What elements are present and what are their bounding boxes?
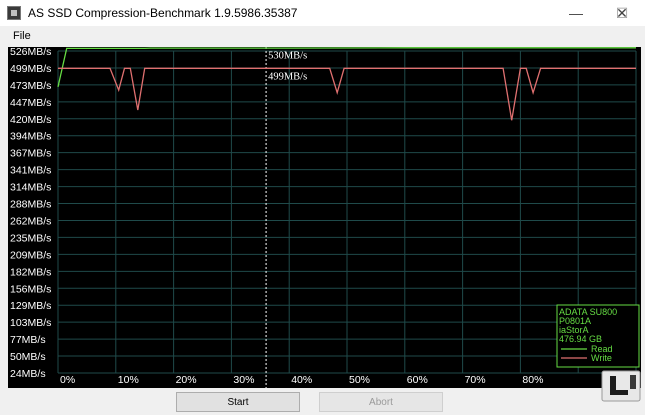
y-tick-label: 314MB/s: [10, 182, 51, 194]
legend-info-line: 476.94 GB: [559, 334, 602, 344]
x-tick-label: 50%: [349, 374, 370, 386]
y-tick-label: 77MB/s: [10, 334, 46, 346]
y-tick-label: 182MB/s: [10, 266, 51, 278]
y-tick-label: 499MB/s: [10, 63, 51, 75]
menu-item-file[interactable]: File: [13, 30, 31, 42]
x-tick-label: 60%: [407, 374, 428, 386]
x-tick-label: 0%: [60, 374, 75, 386]
app-icon: [7, 6, 21, 20]
chart-svg: 526MB/s 499MB/s 473MB/s 447MB/s 420MB/s 394MB…: [10, 47, 640, 388]
y-tick-label: 235MB/s: [10, 232, 51, 244]
minimize-icon[interactable]: —: [553, 0, 599, 26]
y-tick-label: 367MB/s: [10, 148, 51, 160]
x-tick-label: 80%: [522, 374, 543, 386]
legend-entry-label: Write: [591, 353, 612, 363]
x-tick-label: 20%: [176, 374, 197, 386]
annotation-label-read: 530MB/s: [268, 50, 307, 61]
y-tick-label: 447MB/s: [10, 97, 51, 109]
y-tick-label: 209MB/s: [10, 249, 51, 261]
y-tick-label: 420MB/s: [10, 114, 51, 126]
y-tick-label: 103MB/s: [10, 317, 51, 329]
y-tick-label: 156MB/s: [10, 283, 51, 295]
y-tick-label: 129MB/s: [10, 300, 51, 312]
y-tick-label: 262MB/s: [10, 215, 51, 227]
y-tick-label: 50MB/s: [10, 351, 46, 363]
y-tick-label: 473MB/s: [10, 80, 51, 92]
annotation-label-write: 499MB/s: [268, 71, 307, 82]
y-tick-label: 394MB/s: [10, 131, 51, 143]
menu-bar: File: [0, 27, 645, 47]
x-tick-label: 10%: [118, 374, 139, 386]
y-tick-label: 341MB/s: [10, 165, 51, 177]
y-tick-label: 288MB/s: [10, 199, 51, 211]
start-button[interactable]: Start: [176, 392, 300, 412]
x-tick-label: 70%: [465, 374, 486, 386]
watermark-logo-icon: [601, 370, 641, 402]
window-title: AS SSD Compression-Benchmark 1.9.5986.35…: [28, 6, 298, 20]
title-bar: AS SSD Compression-Benchmark 1.9.5986.35…: [0, 0, 645, 26]
abort-button[interactable]: Abort: [319, 392, 443, 412]
x-tick-label: 40%: [291, 374, 312, 386]
y-tick-label: 24MB/s: [10, 368, 46, 380]
compression-chart: 526MB/s 499MB/s 473MB/s 447MB/s 420MB/s 394MB…: [8, 47, 641, 388]
x-tick-label: 30%: [233, 374, 254, 386]
close-icon[interactable]: ✕: [599, 0, 645, 26]
y-tick-label: 526MB/s: [10, 47, 51, 58]
